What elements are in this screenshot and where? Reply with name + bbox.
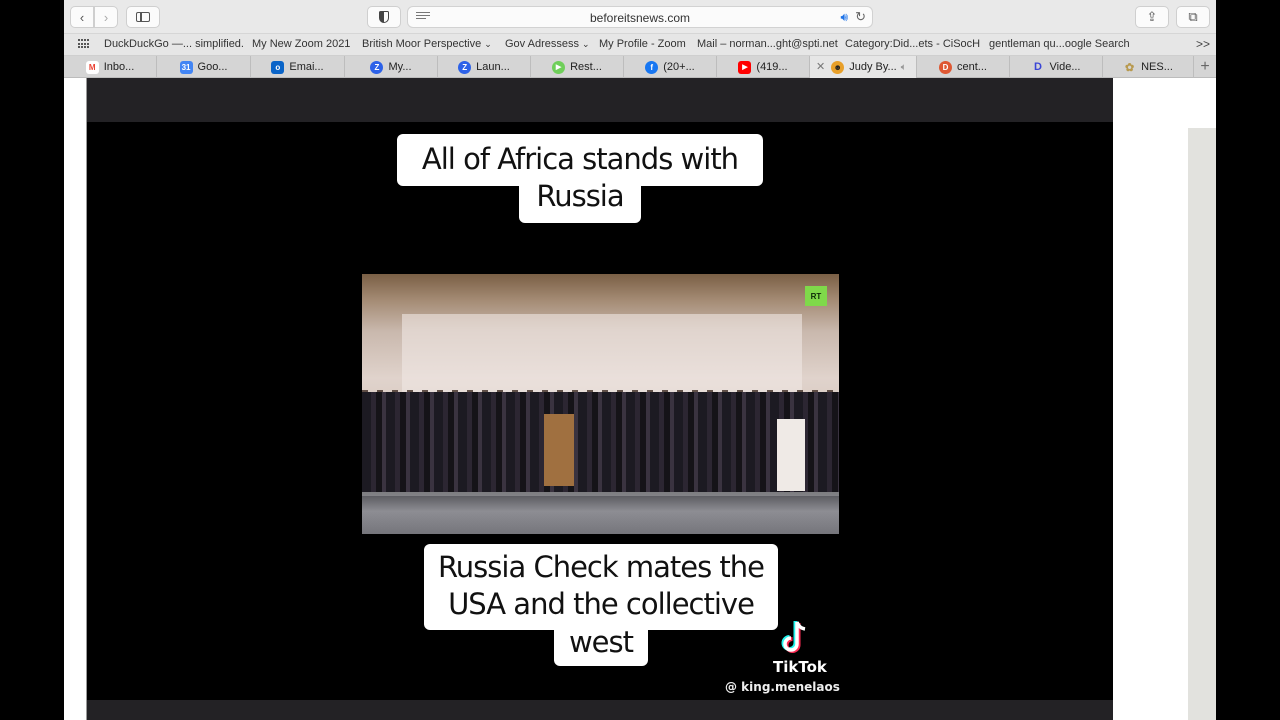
tab-label: Laun... [476,61,510,73]
video-player[interactable]: All of Africa stands with Russia RT Russ… [86,78,1113,720]
tab-judy-active[interactable]: ✕ ☻ Judy By... 🔈︎ [810,56,917,78]
share-icon: ⇪ [1146,9,1158,24]
tab-facebook[interactable]: f (20+... [624,56,717,78]
tab-google-calendar[interactable]: 31 Goo... [157,56,251,78]
tab-disney[interactable]: D Vide... [1010,56,1103,78]
privacy-report-button[interactable] [367,6,401,28]
gmail-icon: M [85,60,99,74]
tiktok-watermark: TikTok @ king.menelaos [717,618,847,698]
google-calendar-icon: 31 [179,60,193,74]
tiktok-handle: @ king.menelaos [725,680,840,694]
stage-floor [362,496,839,534]
bookmark-gentleman-search[interactable]: gentleman qu...oogle Search [989,38,1130,50]
facebook-icon: f [645,60,659,74]
chevron-down-icon: ⌄ [581,39,590,49]
new-tab-button[interactable]: + [1194,56,1216,78]
bookmark-category[interactable]: Category:Did...ets - CiSocH [845,38,980,50]
browser-window: ‹ › beforeitsnews.com 🔊︎ ↻ ⇪ ⧉ DuckDuckG… [64,0,1216,720]
bookmarks-bar: DuckDuckGo —... simplified. My New Zoom … [64,34,1216,56]
caption-bottom-line-3: west [554,624,648,666]
player-top-bar [87,78,1113,122]
tab-outlook[interactable]: o Emai... [251,56,345,78]
tab-label: (419... [756,61,788,73]
bookmark-my-profile-zoom[interactable]: My Profile - Zoom [599,38,686,50]
tab-label: Vide... [1049,61,1081,73]
tab-label: (20+... [663,61,695,73]
speaker-icon[interactable]: 🔈︎ [901,62,907,73]
tab-gmail[interactable]: M Inbo... [64,56,157,78]
bookmark-gov-adressess[interactable]: Gov Adressess ⌄ [505,38,590,50]
video-frame: RT [362,274,839,534]
tab-label: Rest... [570,61,602,73]
tab-youtube[interactable]: ▶ (419... [717,56,810,78]
browser-toolbar: ‹ › beforeitsnews.com 🔊︎ ↻ ⇪ ⧉ [64,0,1216,34]
rt-logo-icon: RT [805,286,827,306]
tab-label: Goo... [197,61,228,73]
outlook-icon: o [271,60,285,74]
youtube-icon: ▶ [738,60,752,74]
plus-icon: + [1200,58,1210,75]
site-favicon-icon: ✿ [1124,61,1135,74]
share-button[interactable]: ⇪ [1135,6,1169,28]
audio-playing-icon[interactable]: 🔊︎ [840,10,848,25]
tab-overview-button[interactable]: ⧉ [1176,6,1210,28]
zoom-icon: Z [458,60,472,74]
sidebar-panel [1188,128,1216,720]
apps-grid-icon[interactable] [78,39,90,49]
sidebar-icon [136,12,150,22]
tab-duckduckgo[interactable]: Dcent... [917,56,1010,78]
person-brown-robe [544,414,574,486]
tiktok-logo-icon [781,621,806,653]
tab-label: cent... [957,61,987,73]
zoom-icon: Z [370,60,384,74]
tab-label: Inbo... [103,61,135,73]
tab-label: Judy By... [849,61,897,73]
chevron-down-icon: ⌄ [484,39,492,49]
disney-icon: D [1034,61,1042,73]
crowd-of-delegates [362,392,839,492]
address-bar[interactable]: beforeitsnews.com 🔊︎ ↻ [407,6,873,28]
duckduckgo-icon: D [939,60,953,74]
tiktok-brand: TikTok [773,658,827,676]
bookmark-label: British Moor Perspective [362,38,482,50]
rumble-icon: ▶ [552,60,566,74]
page-content: All of Africa stands with Russia RT Russ… [64,78,1216,720]
back-button[interactable]: ‹ [70,6,94,28]
tab-label: Emai... [289,61,324,73]
chevron-right-icon: › [103,9,109,25]
bookmark-my-new-zoom[interactable]: My New Zoom 2021 [252,38,350,50]
bookmark-label: Gov Adressess [505,38,579,50]
tab-zoom-my[interactable]: Z My... [345,56,438,78]
tabs-icon: ⧉ [1188,9,1198,24]
shield-icon [379,11,389,23]
bookmark-duckduckgo[interactable]: DuckDuckGo —... simplified. [104,38,244,50]
person-white-robe [777,419,805,491]
bookmark-british-moor-perspective[interactable]: British Moor Perspective ⌄ [362,38,492,50]
url-text: beforeitsnews.com [589,11,691,25]
tab-bar: M Inbo... 31 Goo... o Emai... Z My... Z Laun.… [64,56,1216,78]
tab-nes[interactable]: ✿ NES... [1103,56,1194,78]
site-favicon-icon: ☻ [831,60,845,74]
bookmark-mail[interactable]: Mail – norman...ght@spti.net [697,38,838,50]
reload-icon[interactable]: ↻ [855,9,866,25]
tab-label: My... [388,61,412,73]
sidebar-button[interactable] [126,6,160,28]
chevron-left-icon: ‹ [79,9,85,25]
more-bookmarks-button[interactable]: >> [1196,37,1210,51]
forward-button[interactable]: › [94,6,118,28]
tab-label: NES... [1141,61,1173,73]
close-tab-icon[interactable]: ✕ [816,60,825,73]
caption-bottom-line-1: Russia Check mates the [437,550,765,584]
tab-rumble[interactable]: ▶ Rest... [531,56,624,78]
caption-top-line-2: Russia [519,178,641,223]
player-bottom-bar [87,700,1113,720]
tab-zoom-launch[interactable]: Z Laun... [438,56,531,78]
